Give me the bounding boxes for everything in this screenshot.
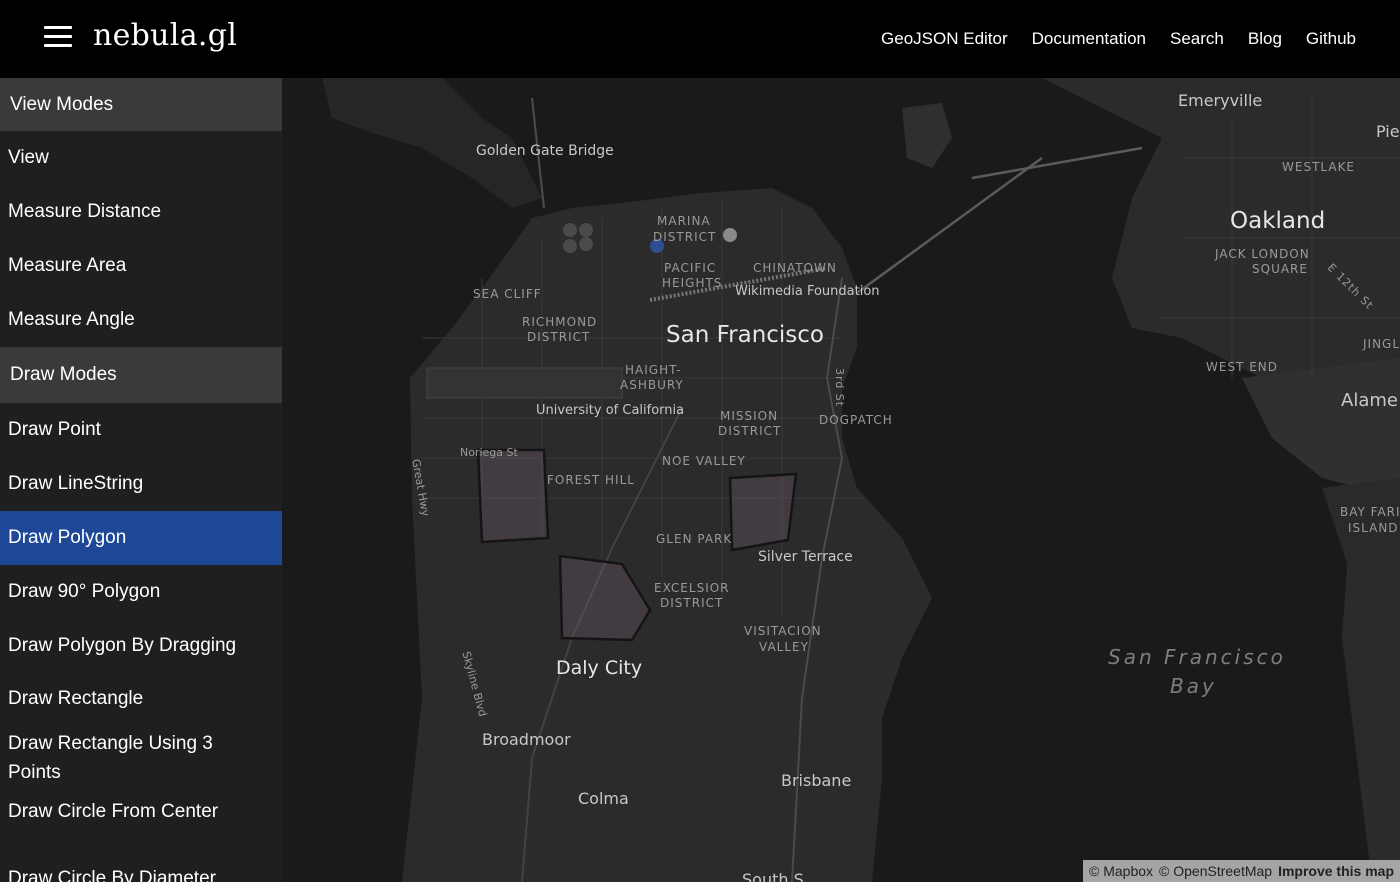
label-mission-district: DISTRICT	[718, 424, 782, 438]
mode-draw-rectangle-3-points[interactable]: Draw Rectangle Using 3 Points	[0, 725, 282, 791]
modes-sidebar: View Modes View Measure Distance Measure…	[0, 78, 282, 882]
mode-draw-circle-from-center[interactable]: Draw Circle From Center	[0, 791, 282, 832]
top-navbar: nebula.gl GeoJSON Editor Documentation S…	[0, 0, 1400, 78]
label-bay-farm-island: ISLAND	[1348, 521, 1399, 535]
attribution-osm[interactable]: © OpenStreetMap	[1159, 863, 1272, 879]
marker-point-4	[579, 237, 593, 251]
draw-modes-header: Draw Modes	[0, 347, 282, 403]
basemap	[322, 78, 1400, 882]
bay-bridge-east	[971, 146, 1143, 180]
label-3rd-st: 3rd St	[833, 368, 846, 408]
label-broadmoor: Broadmoor	[482, 730, 571, 749]
label-jingl: JINGL	[1363, 337, 1400, 351]
label-richmond-district: DISTRICT	[527, 330, 591, 344]
label-excelsior: EXCELSIOR	[654, 581, 730, 595]
nav-geojson-editor[interactable]: GeoJSON Editor	[881, 29, 1008, 49]
mode-measure-distance[interactable]: Measure Distance	[0, 185, 282, 239]
alameda-island	[1242, 358, 1400, 498]
map-canvas[interactable]: Golden Gate Bridge MARINA DISTRICT PACIF…	[282, 78, 1400, 882]
label-golden-gate-bridge: Golden Gate Bridge	[476, 143, 614, 159]
label-san-francisco: San Francisco	[666, 322, 825, 348]
treasure-island	[902, 103, 952, 168]
mode-draw-point[interactable]: Draw Point	[0, 403, 282, 457]
bay-farm-island	[1322, 478, 1400, 598]
label-mission: MISSION	[720, 409, 779, 423]
label-westlake: WESTLAKE	[1282, 160, 1356, 174]
nav-blog[interactable]: Blog	[1248, 29, 1282, 49]
attribution-improve-map[interactable]: Improve this map	[1278, 863, 1394, 879]
label-colma: Colma	[578, 789, 629, 808]
label-glen-park: GLEN PARK	[656, 532, 733, 546]
nav-github[interactable]: Github	[1306, 29, 1356, 49]
attribution-mapbox[interactable]: © Mapbox	[1089, 863, 1153, 879]
mode-draw-polygon-by-dragging[interactable]: Draw Polygon By Dragging	[0, 619, 282, 673]
label-jack-london: JACK LONDON	[1215, 247, 1310, 261]
marker-point-3	[563, 239, 577, 253]
mode-draw-rectangle[interactable]: Draw Rectangle	[0, 673, 282, 725]
mode-measure-angle[interactable]: Measure Angle	[0, 293, 282, 347]
map-attribution: © Mapbox © OpenStreetMap Improve this ma…	[1083, 860, 1400, 882]
mode-measure-area[interactable]: Measure Area	[0, 239, 282, 293]
label-marina-district: DISTRICT	[653, 230, 717, 244]
hamburger-menu-icon[interactable]	[44, 26, 74, 50]
view-modes-header: View Modes	[0, 78, 282, 131]
label-sea-cliff: SEA CLIFF	[473, 287, 542, 301]
mode-draw-linestring[interactable]: Draw LineString	[0, 457, 282, 511]
nav-search[interactable]: Search	[1170, 29, 1224, 49]
label-alameda: Alame	[1341, 390, 1398, 411]
label-daly-city: Daly City	[556, 657, 643, 679]
label-chinatown: CHINATOWN	[753, 261, 837, 275]
label-pie: Pie	[1376, 122, 1400, 141]
label-sf-bay-2: Bay	[1170, 674, 1217, 698]
label-emeryville: Emeryville	[1178, 91, 1263, 110]
label-ashbury: ASHBURY	[620, 378, 684, 392]
drawn-polygon-2	[728, 472, 798, 552]
label-wikimedia: Wikimedia Foundation	[735, 284, 880, 299]
label-forest-hill: FOREST HILL	[547, 473, 635, 487]
label-pacific-heights: HEIGHTS	[662, 276, 723, 290]
label-excelsior-district: DISTRICT	[660, 596, 724, 610]
brand-logo[interactable]: nebula.gl	[93, 18, 237, 53]
label-silver-terrace: Silver Terrace	[758, 549, 853, 565]
nav-documentation[interactable]: Documentation	[1032, 29, 1146, 49]
marker-point-hatched	[723, 228, 737, 242]
label-dogpatch: DOGPATCH	[819, 413, 893, 427]
label-noe-valley: NOE VALLEY	[662, 454, 746, 468]
mode-draw-polygon[interactable]: Draw Polygon	[0, 511, 282, 565]
drawn-polygon-1	[476, 448, 550, 544]
label-richmond: RICHMOND	[522, 315, 598, 329]
bay-bridge	[856, 156, 1043, 295]
label-pacific: PACIFIC	[664, 261, 717, 275]
label-marina: MARINA	[657, 214, 711, 228]
golden-gate-park	[426, 367, 623, 399]
label-west-end: WEST END	[1206, 360, 1279, 374]
label-ucsf: University of California	[536, 403, 685, 418]
label-noriega: Noriega St	[460, 446, 518, 459]
marker-point-1	[563, 223, 577, 237]
label-bay-farm: BAY FARI	[1340, 505, 1400, 519]
label-south-sf: South S	[742, 870, 804, 882]
mode-view[interactable]: View	[0, 131, 282, 185]
label-visitacion: VISITACION	[744, 624, 822, 638]
mode-draw-circle-by-diameter[interactable]: Draw Circle By Diameter	[0, 832, 282, 882]
mode-draw-90-polygon[interactable]: Draw 90° Polygon	[0, 565, 282, 619]
label-brisbane: Brisbane	[781, 771, 852, 790]
label-visitacion-valley: VALLEY	[759, 640, 809, 654]
marker-point-2	[579, 223, 593, 237]
label-oakland: Oakland	[1230, 208, 1326, 234]
top-nav: GeoJSON Editor Documentation Search Blog…	[881, 29, 1356, 49]
label-jack-london-square: SQUARE	[1252, 262, 1308, 276]
label-haight: HAIGHT-	[625, 363, 682, 377]
label-sf-bay: San Francisco	[1108, 645, 1286, 669]
